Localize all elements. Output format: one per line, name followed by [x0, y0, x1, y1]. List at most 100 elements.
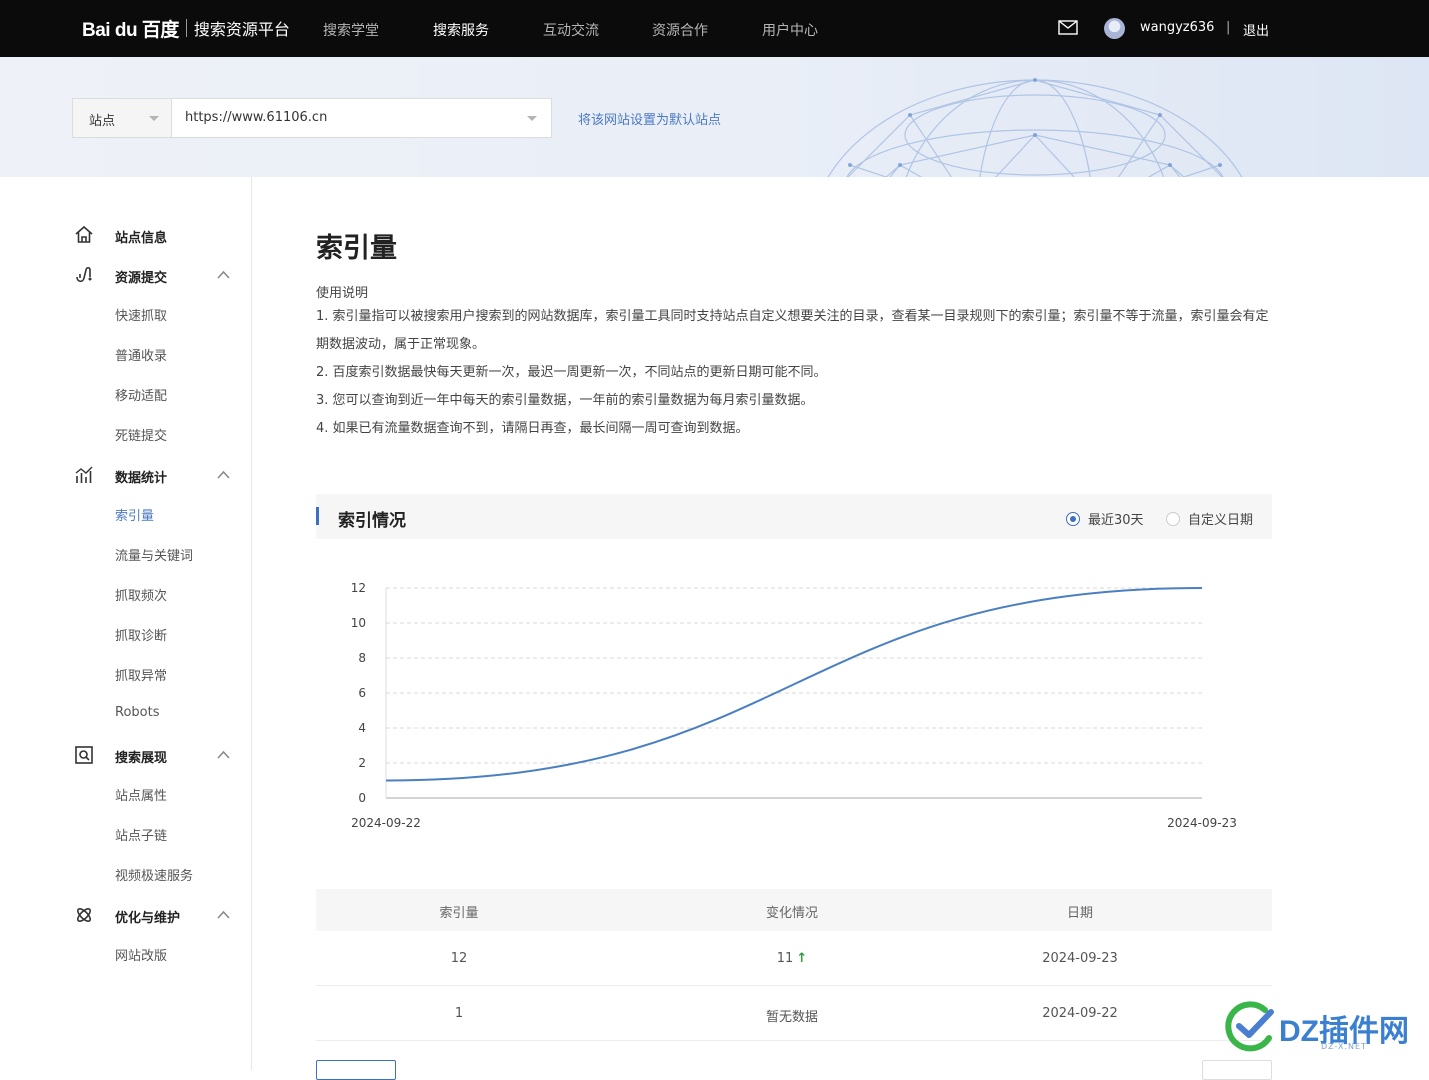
page-title: 索引量	[316, 226, 397, 265]
search-display-icon	[74, 745, 94, 765]
avatar[interactable]	[1104, 18, 1125, 39]
radio-recent-30-days[interactable]: 最近30天	[1066, 509, 1144, 528]
sidebar-item-normal-index[interactable]: 普通收录	[115, 345, 167, 364]
table-header: 索引量 变化情况 日期	[316, 889, 1272, 931]
index-panel-header: 索引情况 最近30天 自定义日期	[316, 494, 1272, 539]
sidebar-item-index-count[interactable]: 索引量	[115, 505, 154, 524]
column-header: 变化情况	[692, 902, 892, 921]
sidebar-item-mobile-adapt[interactable]: 移动适配	[115, 385, 167, 404]
series-line	[386, 588, 1202, 781]
cell-date: 2024-09-23	[980, 951, 1180, 966]
bottom-action-button[interactable]	[316, 1060, 396, 1080]
sidebar: 站点信息 资源提交 快速抓取 普通收录 移动适配 死链提交 数据统计 索引量 流…	[0, 177, 252, 1070]
y-tick-label: 8	[358, 651, 366, 665]
usage-line-2: 2. 百度索引数据最快每天更新一次，最迟一周更新一次，不同站点的更新日期可能不同…	[316, 359, 1276, 387]
radio-checked-icon	[1066, 512, 1080, 526]
site-type-label: 站点	[89, 114, 115, 129]
pagination-button[interactable]	[1202, 1060, 1272, 1080]
sidebar-section-resource-submit[interactable]: 资源提交	[0, 264, 251, 288]
sidebar-item-traffic-keywords[interactable]: 流量与关键词	[115, 545, 193, 564]
index-line-chart[interactable]: 0 2 4 6 8 10 12 2024-09-22 2024-09-23	[316, 570, 1272, 850]
usage-title: 使用说明	[316, 282, 368, 301]
panel-accent-bar	[316, 507, 319, 525]
site-type-select[interactable]: 站点	[72, 98, 171, 138]
nav-user-center[interactable]: 用户中心	[762, 20, 818, 40]
cell-change: 暂无数据	[692, 1006, 892, 1025]
cell-count: 12	[359, 951, 559, 966]
sidebar-item-site-attributes[interactable]: 站点属性	[115, 785, 167, 804]
chevron-down-icon	[527, 116, 537, 121]
sidebar-item-fast-crawl[interactable]: 快速抓取	[115, 305, 167, 324]
radio-custom-date[interactable]: 自定义日期	[1166, 509, 1253, 528]
y-tick-label: 12	[351, 581, 366, 595]
usage-line-3: 3. 您可以查询到近一年中每天的索引量数据，一年前的索引量数据为每月索引量数据。	[316, 387, 1276, 415]
nav-search-service[interactable]: 搜索服务	[433, 20, 489, 40]
chevron-up-icon[interactable]	[217, 470, 230, 479]
sidebar-section-label: 站点信息	[115, 227, 167, 246]
table-row: 1 暂无数据 2024-09-22	[316, 986, 1272, 1041]
nav-search-school[interactable]: 搜索学堂	[323, 20, 379, 40]
set-default-site-link[interactable]: 将该网站设置为默认站点	[578, 109, 721, 128]
y-tick-label: 6	[358, 686, 366, 700]
sidebar-section-label: 资源提交	[115, 267, 167, 286]
globe-decoration-icon	[790, 75, 1280, 177]
radio-label: 自定义日期	[1188, 509, 1253, 528]
x-tick-label: 2024-09-22	[351, 816, 421, 830]
chevron-up-icon[interactable]	[217, 910, 230, 919]
submit-icon	[74, 265, 94, 285]
baidu-logo[interactable]: Bai du 百度 搜索资源平台	[82, 10, 290, 46]
sidebar-item-site-sublinks[interactable]: 站点子链	[115, 825, 167, 844]
x-tick-label: 2024-09-23	[1167, 816, 1237, 830]
arrow-up-icon: ↑	[796, 951, 807, 966]
cell-change: 11↑	[692, 951, 892, 966]
sidebar-section-search-display[interactable]: 搜索展现	[0, 744, 251, 768]
index-table: 索引量 变化情况 日期 12 11↑ 2024-09-23 1 暂无数据 202…	[316, 889, 1272, 1041]
sidebar-section-site-info[interactable]: 站点信息	[0, 224, 251, 248]
cell-date: 2024-09-22	[980, 1006, 1180, 1021]
logout-link[interactable]: 退出	[1243, 20, 1269, 39]
chevron-down-icon	[149, 116, 159, 121]
radio-unchecked-icon	[1166, 512, 1180, 526]
nav-divider: |	[1226, 20, 1230, 35]
sidebar-section-label: 优化与维护	[115, 907, 180, 926]
chevron-up-icon[interactable]	[217, 270, 230, 279]
sidebar-item-site-revision[interactable]: 网站改版	[115, 945, 167, 964]
y-tick-label: 0	[358, 791, 366, 805]
site-banner: 站点 https://www.61106.cn 将该网站设置为默认站点	[0, 57, 1429, 177]
chevron-up-icon[interactable]	[217, 750, 230, 759]
nav-interaction[interactable]: 互动交流	[543, 20, 599, 40]
stats-icon	[74, 465, 94, 485]
sidebar-item-video-speed[interactable]: 视频极速服务	[115, 865, 193, 884]
nav-resource-coop[interactable]: 资源合作	[652, 20, 708, 40]
column-header: 索引量	[359, 902, 559, 921]
top-nav-bar: Bai du 百度 搜索资源平台 搜索学堂 搜索服务 互动交流 资源合作 用户中…	[0, 0, 1429, 57]
watermark-subtext: DZ-X.NET	[1321, 1042, 1367, 1051]
table-row: 12 11↑ 2024-09-23	[316, 931, 1272, 986]
sidebar-section-optimize[interactable]: 优化与维护	[0, 904, 251, 928]
sidebar-section-label: 数据统计	[115, 467, 167, 486]
column-header: 日期	[980, 902, 1180, 921]
logo-mark: Bai du 百度	[82, 15, 179, 42]
sidebar-item-crawl-diagnosis[interactable]: 抓取诊断	[115, 625, 167, 644]
change-value: 11	[777, 951, 794, 966]
y-tick-label: 2	[358, 756, 366, 770]
mail-icon[interactable]	[1058, 20, 1078, 35]
y-tick-label: 10	[351, 616, 366, 630]
username[interactable]: wangyz636	[1140, 20, 1214, 35]
sidebar-item-robots[interactable]: Robots	[115, 705, 159, 720]
radio-label: 最近30天	[1088, 509, 1144, 528]
home-icon	[74, 225, 94, 245]
sidebar-item-crawl-frequency[interactable]: 抓取频次	[115, 585, 167, 604]
sidebar-item-dead-link[interactable]: 死链提交	[115, 425, 167, 444]
site-url-select[interactable]: https://www.61106.cn	[171, 98, 552, 138]
cell-count: 1	[359, 1006, 559, 1021]
panel-title: 索引情况	[338, 506, 406, 531]
sidebar-item-crawl-errors[interactable]: 抓取异常	[115, 665, 167, 684]
logo-divider	[186, 19, 187, 37]
y-tick-label: 4	[358, 721, 366, 735]
checkmark-logo-icon	[1225, 998, 1277, 1054]
usage-line-1: 1. 索引量指可以被搜索用户搜索到的网站数据库，索引量工具同时支持站点自定义想要…	[316, 303, 1276, 359]
watermark-logo: DZ插件网 DZ-X.NET	[1225, 998, 1425, 1058]
platform-name: 搜索资源平台	[194, 16, 290, 40]
sidebar-section-data-stats[interactable]: 数据统计	[0, 464, 251, 488]
